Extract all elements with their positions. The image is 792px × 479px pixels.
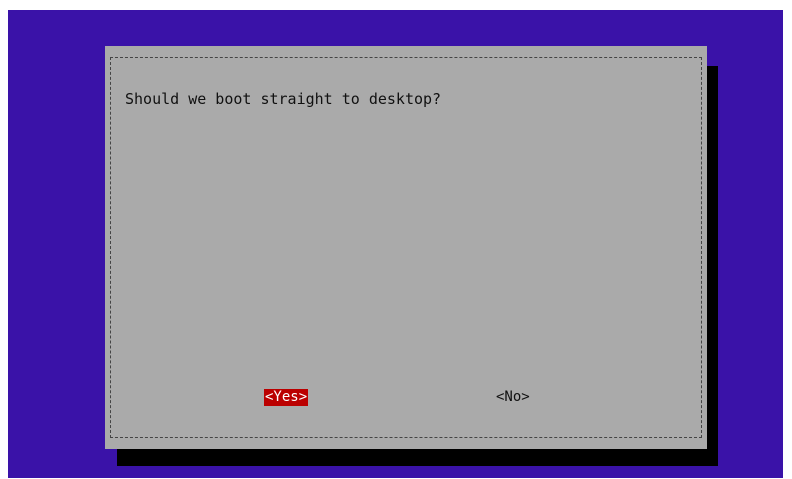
dialog-prompt: Should we boot straight to desktop? [125,90,442,108]
dialog-border [110,57,702,438]
no-button[interactable]: <No> [496,389,530,406]
yes-button[interactable]: <Yes> [264,389,309,406]
boot-dialog: Should we boot straight to desktop? <Yes… [105,46,707,449]
